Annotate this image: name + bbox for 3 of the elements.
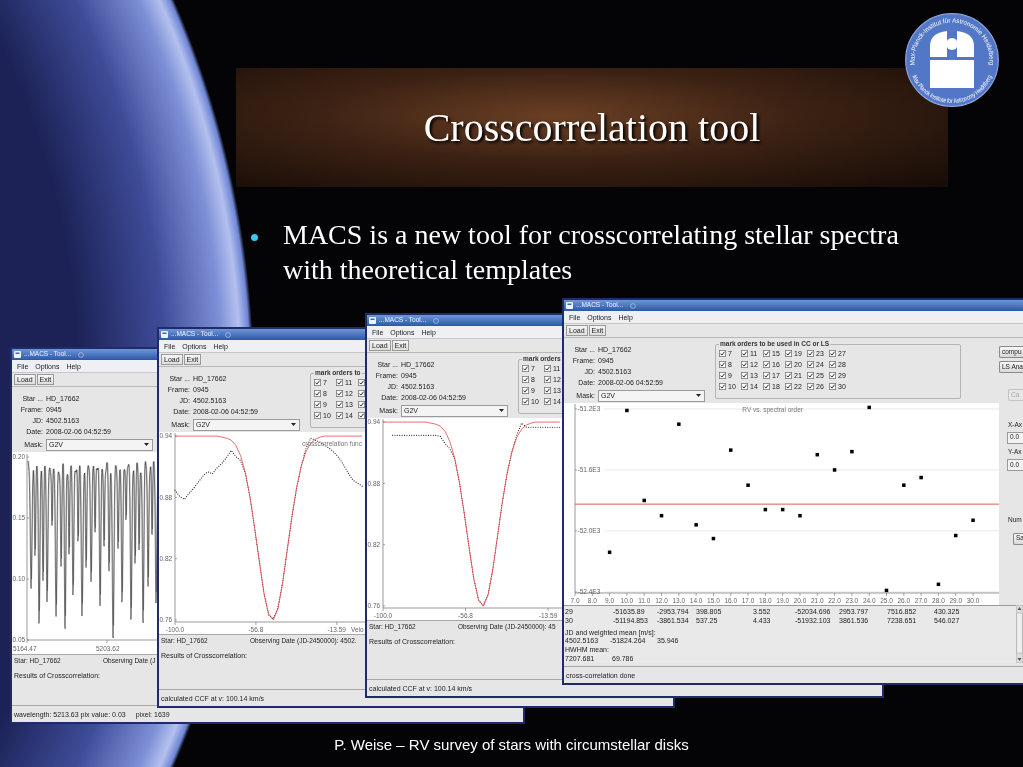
bullet-text: MACS is a new tool for crosscorrelating stellar spectra with theoretical templates — [283, 218, 900, 287]
slide-footer: P. Weise – RV survey of stars with circumstellar disks — [334, 736, 689, 754]
slide-title: Crosscorrelation tool — [423, 107, 761, 148]
